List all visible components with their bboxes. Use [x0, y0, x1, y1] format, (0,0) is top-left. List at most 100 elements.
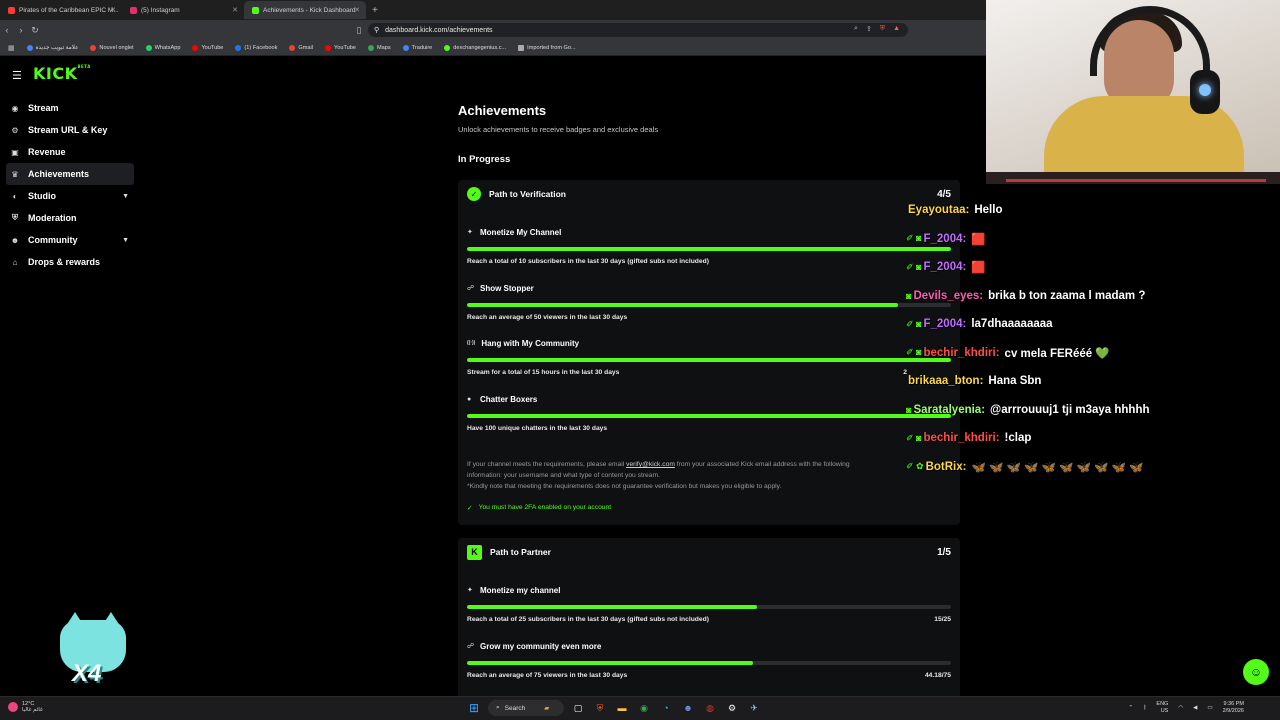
language-label: ENG — [1156, 701, 1169, 707]
browser-tab[interactable]: (5) Instagram ✕ — [122, 1, 244, 19]
wifi-icon[interactable]: ◠ — [1178, 705, 1183, 711]
broadcast-icon: ◉ — [11, 103, 19, 113]
obs-record-icon[interactable]: ◍ — [702, 700, 718, 716]
share-icon[interactable]: ⇪ — [866, 25, 872, 33]
verify-email-link[interactable]: verify@kick.com — [626, 461, 675, 468]
bookmark-item[interactable]: Traduire — [402, 44, 432, 51]
task-view-icon[interactable]: ▢ — [570, 700, 586, 716]
bookmark-item[interactable]: YouTube — [325, 44, 356, 51]
page-subtitle: Unlock achievements to receive badges an… — [458, 125, 659, 134]
bookmark-item[interactable]: dexchangegenius.c... — [444, 44, 506, 51]
sidebar-item-community[interactable]: ☻ Community ▼ — [6, 229, 134, 251]
bookmark-folder[interactable]: Imported from Go... — [518, 44, 576, 51]
led-strip — [1006, 179, 1266, 182]
hamburger-menu-icon[interactable]: ☰ — [12, 69, 22, 82]
app-icon[interactable]: ✈ — [746, 700, 762, 716]
bookmark-item[interactable]: Maps — [367, 44, 391, 51]
weather-widget[interactable]: 12°C غائم غالبا — [8, 701, 43, 713]
progress-fill — [467, 661, 753, 665]
bookmark-item[interactable]: (1) Facebook — [235, 44, 277, 51]
chevron-down-icon[interactable]: ▼ — [122, 237, 129, 244]
bookmark-item[interactable]: Gmail — [289, 44, 313, 51]
sidebar-item-achievements[interactable]: ♛ Achievements — [6, 163, 134, 185]
sidebar-item-stream[interactable]: ◉ Stream — [6, 97, 134, 119]
bookmark-favicon-icon — [444, 44, 451, 51]
edge-icon[interactable]: ◔ — [658, 700, 674, 716]
forward-icon[interactable]: › — [14, 25, 28, 35]
close-icon[interactable]: ✕ — [110, 6, 116, 14]
settings-icon[interactable]: ⚙ — [724, 700, 740, 716]
bookmark-item[interactable]: YouTube — [192, 44, 223, 51]
achievement-description: Have 100 unique chatters in the last 30 … — [467, 425, 608, 432]
community-icon: ☻ — [10, 235, 20, 245]
sidebar-item-label: Revenue — [28, 147, 66, 157]
card-header[interactable]: ✓ Path to Verification 4/5 — [458, 180, 960, 208]
bookmark-item[interactable]: Nouvel onglet — [90, 44, 134, 51]
region-label: US — [1160, 708, 1169, 714]
support-chat-button[interactable]: ☺ — [1243, 659, 1269, 685]
chat-username: BotRix: — [925, 460, 967, 473]
bluetooth-icon[interactable]: ᛒ — [1143, 705, 1146, 711]
brave-shield-icon[interactable]: ⛨ — [880, 25, 885, 33]
progress-fill — [467, 414, 951, 418]
verified-badge-icon: ✓ — [467, 187, 481, 201]
section-title-in-progress: In Progress — [458, 154, 511, 165]
users-icon: ☍ — [467, 285, 475, 292]
site-info-icon[interactable]: ⚲ — [374, 26, 379, 34]
sidebar-item-stream-url-key[interactable]: ⚙ Stream URL & Key — [6, 119, 134, 141]
back-icon[interactable]: ‹ — [0, 25, 14, 35]
battery-icon[interactable]: ▭ — [1207, 705, 1212, 711]
windows-start-icon[interactable]: ⊞ — [466, 700, 482, 716]
bookmark-item[interactable]: علامة تبويب جديدة — [26, 44, 78, 51]
chat-message: ✐ ◙ F_2004: la7dhaaaaaaaa — [906, 310, 1280, 339]
weather-desc: غائم غالبا — [22, 707, 43, 713]
maps-icon — [367, 44, 374, 51]
reload-icon[interactable]: ↻ — [28, 25, 42, 36]
bookmark-item[interactable]: WhatsApp — [145, 44, 180, 51]
sidebar-item-revenue[interactable]: ▣ Revenue — [6, 141, 134, 163]
bookmark-icon[interactable]: ▯ — [352, 25, 366, 36]
sidebar-item-drops-rewards[interactable]: ⌂ Drops & rewards — [6, 251, 134, 273]
search-highlight-icon: ▰ — [544, 705, 550, 712]
bookmark-label: Maps — [376, 44, 391, 51]
kick-logo[interactable]: KICKBETA — [33, 64, 91, 83]
volume-icon[interactable]: ◀ — [1193, 705, 1197, 711]
address-bar[interactable]: ⚲ dashboard.kick.com/achievements ⌕ ⇪ ⛨ … — [368, 23, 908, 37]
clock[interactable]: 9:36 PM 2/9/2026 — [1223, 701, 1244, 715]
progress-fill — [467, 358, 951, 362]
chat-message: ✐ ✿ BotRix: 🦋 🦋 🦋 🦋 🦋 🦋 🦋 🦋 🦋 🦋 — [906, 453, 1280, 482]
achievement-item: ((·)) Hang with My Community Stream for a… — [467, 337, 951, 376]
rewards-icon[interactable]: ▲ — [893, 25, 900, 33]
users-icon: ☍ — [467, 643, 475, 650]
sparkle-icon: ✦ — [467, 229, 473, 236]
signal-icon: ((·)) — [467, 340, 476, 346]
progress-fill — [467, 303, 898, 307]
sidebar-item-studio[interactable]: ◐ Studio ▼ — [6, 185, 134, 207]
chevron-down-icon[interactable]: ▼ — [122, 193, 129, 200]
card-header[interactable]: K Path to Partner 1/5 — [458, 538, 960, 566]
taskbar-search[interactable]: ⌕ Search ▰ — [488, 700, 564, 716]
close-icon[interactable]: ✕ — [354, 6, 360, 14]
zoom-icon[interactable]: ⌕ — [854, 25, 858, 33]
bookmark-label: Imported from Go... — [527, 44, 576, 51]
new-tab-button[interactable]: + — [366, 5, 384, 16]
discord-icon[interactable]: ☻ — [680, 700, 696, 716]
apps-icon[interactable]: ▦ — [8, 44, 15, 52]
achievement-description: Reach a total of 25 subscribers in the l… — [467, 616, 709, 623]
file-explorer-icon[interactable]: ▬ — [614, 700, 630, 716]
tray-chevron-up-icon[interactable]: ⌃ — [1128, 705, 1133, 711]
chat-message: ◙ Devils_eyes: brika b ton zaama l madam ? — [906, 282, 1280, 311]
sidebar-item-moderation[interactable]: ⛨ Moderation — [6, 207, 134, 229]
chat-message: ✐ ◙ bechir_khdiri: !clap — [906, 424, 1280, 453]
weather-icon — [8, 702, 18, 712]
youtube-icon — [8, 6, 15, 14]
browser-tab-active[interactable]: Achievements - Kick Dashboard ✕ — [244, 1, 366, 19]
webcam-overlay — [986, 0, 1280, 184]
language-indicator[interactable]: ENG US — [1156, 701, 1168, 715]
browser-tab[interactable]: Pirates of the Caribbean EPIC M... ✕ — [0, 1, 122, 19]
chat-username: Eyayoutaa: — [908, 204, 970, 217]
close-icon[interactable]: ✕ — [232, 6, 238, 14]
brave-browser-icon[interactable]: ⛨ — [592, 700, 608, 716]
chrome-icon[interactable]: ◉ — [636, 700, 652, 716]
chat-username: bechir_khdiri: — [923, 432, 1000, 445]
